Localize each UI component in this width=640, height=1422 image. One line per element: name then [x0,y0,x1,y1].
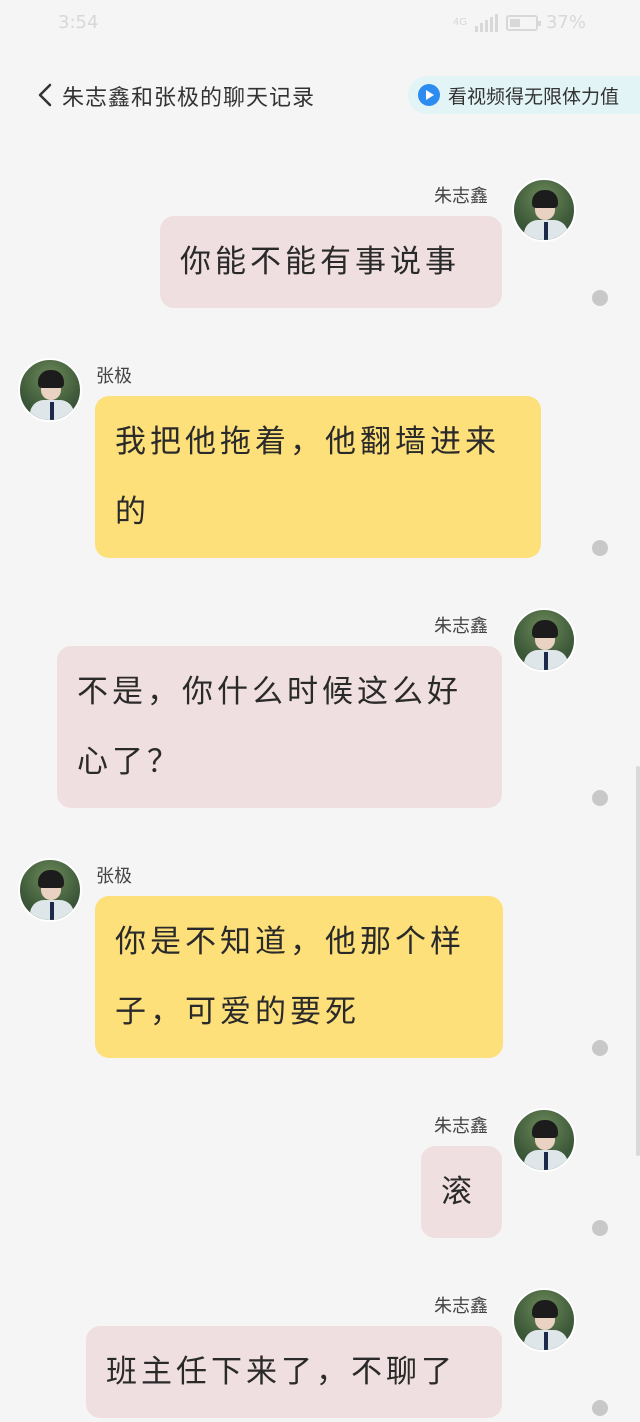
message-bubble[interactable]: 滚 [421,1146,502,1238]
status-dot [592,1400,608,1416]
message-line: 心了？ [77,744,182,780]
status-dot [592,790,608,806]
message-bubble[interactable]: 你能不能有事说事 [160,216,502,308]
message-line: 的 [115,494,150,530]
signal-icon [474,13,498,32]
avatar-zhu[interactable] [512,1108,576,1172]
message-text: 滚 [441,1174,476,1210]
message-line: 我把他拖着，他翻墙进来 [115,424,500,460]
play-icon [418,84,440,106]
sender-name: 朱志鑫 [434,186,488,207]
chat-title: 朱志鑫和张极的聊天记录 [62,86,316,111]
sender-name: 朱志鑫 [434,1116,488,1137]
network-label: 4G [452,17,467,28]
status-dot [592,1220,608,1236]
status-dot [592,290,608,306]
avatar-zhang[interactable] [18,858,82,922]
sender-name: 朱志鑫 [434,616,488,637]
avatar-zhu[interactable] [512,1288,576,1352]
message-line: 不是，你什么时候这么好 [77,674,462,710]
message-text: 班主任下来了，不聊了 [106,1354,456,1390]
message-text: 你能不能有事说事 [180,244,460,280]
avatar-zhu[interactable] [512,608,576,672]
message-bubble[interactable]: 你是不知道，他那个样 子，可爱的要死 [95,896,503,1058]
sender-name: 朱志鑫 [434,1296,488,1317]
message-bubble[interactable]: 我把他拖着，他翻墙进来 的 [95,396,541,558]
battery-percent: 37% [545,12,586,33]
sender-name: 张极 [96,866,132,887]
message-bubble[interactable]: 不是，你什么时候这么好 心了？ [57,646,502,808]
avatar-zhu[interactable] [512,178,576,242]
sender-name: 张极 [96,366,132,387]
status-dot [592,1040,608,1056]
message-line: 子，可爱的要死 [115,994,360,1030]
battery-icon [505,14,541,31]
status-dot [592,540,608,556]
avatar-zhang[interactable] [18,358,82,422]
status-bar: 3:54 4G 37% [0,0,640,50]
message-bubble[interactable]: 班主任下来了，不聊了 [86,1326,502,1418]
status-time: 3:54 [58,12,99,33]
watch-video-button[interactable]: 看视频得无限体力值 [408,76,640,114]
message-line: 你是不知道，他那个样 [115,924,465,960]
watch-video-label: 看视频得无限体力值 [448,85,620,108]
scrollbar[interactable] [636,766,640,1156]
status-icons: 4G 37% [453,12,586,33]
back-arrow-icon[interactable] [34,82,60,108]
